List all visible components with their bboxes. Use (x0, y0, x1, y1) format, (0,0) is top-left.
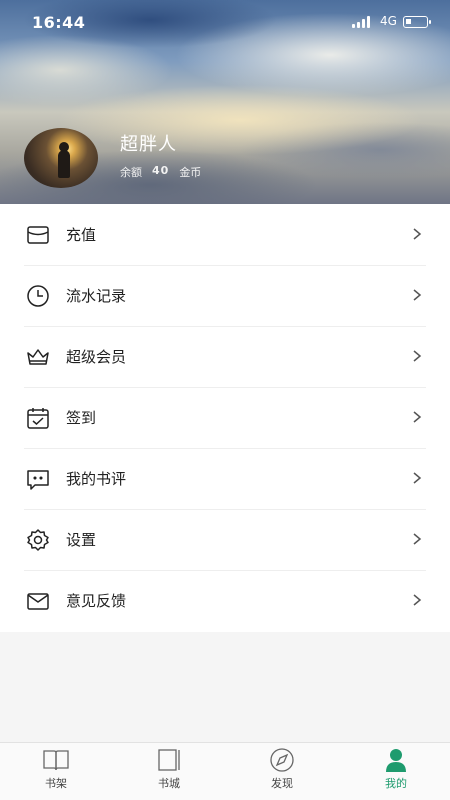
tab-label: 发现 (271, 777, 293, 790)
tab-label: 书城 (158, 777, 180, 790)
balance-unit: 金币 (179, 166, 202, 179)
chevron-right-icon (413, 289, 422, 301)
menu-item-label: 设置 (66, 531, 97, 549)
chevron-right-icon (413, 533, 422, 545)
open-book-icon (43, 750, 69, 771)
avatar[interactable] (24, 128, 98, 188)
username[interactable]: 超胖人 (120, 130, 177, 156)
crown-icon (27, 349, 49, 365)
menu-item-label: 流水记录 (66, 287, 127, 305)
balance-value: 40 (152, 164, 170, 177)
chevron-right-icon (413, 594, 422, 606)
compass-icon (270, 748, 294, 772)
tab-discover[interactable]: 发现 (252, 747, 312, 799)
balance-info: 余额 40 金币 (120, 164, 201, 180)
battery-icon (403, 16, 431, 28)
menu-item-label: 签到 (66, 409, 97, 427)
balance-label: 余额 (120, 166, 142, 179)
bookshelf-icon (158, 749, 180, 771)
calendar-check-icon (27, 408, 49, 429)
chevron-right-icon (413, 350, 422, 362)
tab-label: 我的 (385, 777, 407, 790)
wallet-icon (27, 226, 49, 244)
menu-item-transactions[interactable]: 流水记录 (0, 265, 450, 326)
menu-item-reviews[interactable]: 我的书评 (0, 448, 450, 509)
tab-bookshelf[interactable]: 书架 (26, 747, 86, 799)
chevron-right-icon (413, 228, 422, 240)
mail-icon (27, 593, 49, 610)
tab-mine[interactable]: 我的 (366, 747, 426, 799)
menu-item-label: 我的书评 (66, 470, 127, 488)
signal-icon (352, 16, 374, 28)
tab-label: 书架 (45, 777, 67, 790)
chevron-right-icon (413, 472, 422, 484)
menu-list: 充值 流水记录 超级会员 签到 我的书评 设置 意见反馈 (0, 204, 450, 632)
status-bar: 16:44 4G (0, 0, 450, 44)
profile-header: 16:44 4G 超胖人 余额 40 金币 (0, 0, 450, 204)
menu-item-vip[interactable]: 超级会员 (0, 326, 450, 387)
bottom-tab-bar: 书架 书城 发现 我的 (0, 742, 450, 800)
menu-item-checkin[interactable]: 签到 (0, 387, 450, 448)
status-time: 16:44 (32, 13, 86, 32)
menu-item-recharge[interactable]: 充值 (0, 204, 450, 265)
gear-icon (27, 529, 49, 551)
menu-item-label: 充值 (66, 226, 97, 244)
tab-bookstore[interactable]: 书城 (139, 747, 199, 799)
person-icon (386, 749, 406, 772)
menu-item-label: 超级会员 (66, 348, 127, 366)
chevron-right-icon (413, 411, 422, 423)
menu-item-settings[interactable]: 设置 (0, 509, 450, 570)
comment-icon (27, 470, 49, 490)
menu-item-label: 意见反馈 (66, 592, 127, 610)
network-type: 4G (380, 14, 397, 28)
clock-icon (27, 285, 49, 307)
menu-item-feedback[interactable]: 意见反馈 (0, 570, 450, 631)
